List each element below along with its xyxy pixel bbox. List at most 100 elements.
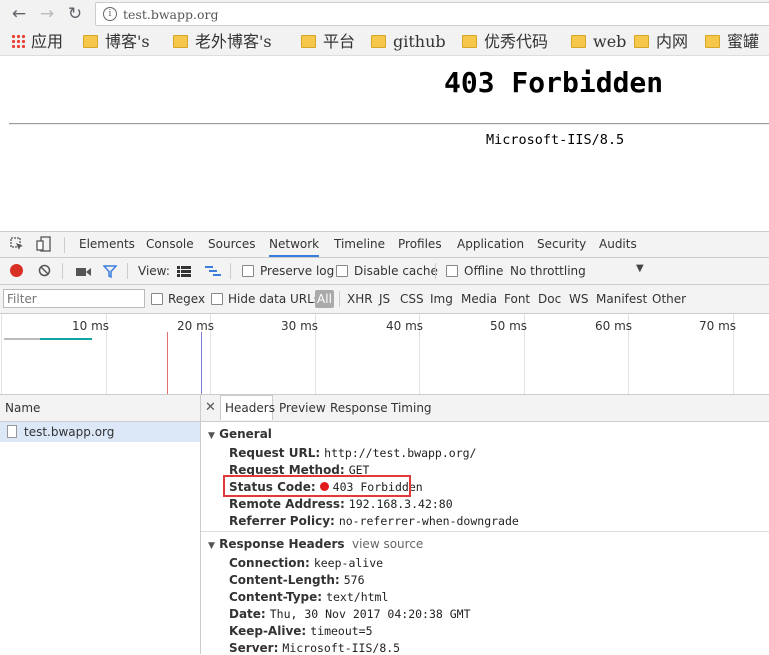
section-divider bbox=[201, 531, 769, 532]
request-waiting-bar bbox=[4, 338, 40, 340]
filter-type-css[interactable]: CSS bbox=[400, 292, 424, 306]
large-rows-icon[interactable] bbox=[177, 266, 191, 277]
page-title: 403 Forbidden bbox=[444, 66, 664, 99]
forward-arrow-icon[interactable]: → bbox=[37, 4, 57, 24]
preserve-log-label: Preserve log bbox=[260, 264, 335, 278]
regex-label: Regex bbox=[168, 292, 206, 306]
tab-headers[interactable]: Headers bbox=[225, 401, 275, 415]
tab-application[interactable]: Application bbox=[457, 232, 524, 257]
disable-cache-checkbox[interactable] bbox=[336, 265, 348, 277]
request-row[interactable]: test.bwapp.org bbox=[0, 422, 200, 442]
reload-icon[interactable]: ↻ bbox=[65, 4, 85, 24]
bookmark-folder[interactable]: 优秀代码 bbox=[462, 32, 548, 52]
separator bbox=[62, 263, 63, 279]
status-highlight-box bbox=[223, 475, 411, 497]
bookmark-folder[interactable]: 平台 bbox=[301, 32, 355, 52]
name-column-header[interactable]: Name bbox=[0, 395, 200, 422]
filter-type-doc[interactable]: Doc bbox=[538, 292, 561, 306]
device-toolbar-icon[interactable] bbox=[36, 236, 52, 252]
bookmark-folder[interactable]: 博客's bbox=[83, 32, 150, 52]
view-source-link[interactable]: view source bbox=[352, 537, 423, 551]
filter-type-img[interactable]: Img bbox=[430, 292, 453, 306]
triangle-down-icon: ▼ bbox=[208, 431, 215, 441]
timeline-tick-label: 40 ms bbox=[386, 319, 424, 333]
general-section-toggle[interactable]: ▼ General bbox=[208, 427, 272, 441]
tab-security[interactable]: Security bbox=[537, 232, 586, 257]
folder-icon bbox=[371, 35, 386, 48]
view-label: View: bbox=[138, 264, 170, 278]
bookmark-folder[interactable]: 蜜罐 bbox=[705, 32, 759, 52]
throttling-select[interactable]: No throttling bbox=[510, 264, 586, 278]
filter-type-media[interactable]: Media bbox=[461, 292, 497, 306]
hide-data-urls-checkbox[interactable] bbox=[211, 293, 223, 305]
folder-icon bbox=[705, 35, 720, 48]
offline-checkbox[interactable] bbox=[446, 265, 458, 277]
load-event-line bbox=[167, 332, 168, 394]
folder-icon bbox=[634, 35, 649, 48]
bookmark-folder[interactable]: github bbox=[371, 32, 446, 52]
folder-icon bbox=[173, 35, 188, 48]
triangle-down-icon: ▼ bbox=[208, 541, 215, 551]
request-download-bar bbox=[40, 338, 92, 340]
disable-cache-label: Disable cache bbox=[354, 264, 438, 278]
back-arrow-icon[interactable]: ← bbox=[9, 4, 29, 24]
offline-label: Offline bbox=[464, 264, 504, 278]
filter-type-other[interactable]: Other bbox=[652, 292, 686, 306]
response-header-row: Content-Length: 576 bbox=[229, 573, 365, 587]
tab-network[interactable]: Network bbox=[269, 232, 320, 257]
tab-timeline[interactable]: Timeline bbox=[334, 232, 385, 257]
record-icon[interactable] bbox=[10, 264, 23, 277]
network-overview-timeline[interactable]: 10 ms 20 ms 30 ms 40 ms 50 ms 60 ms 70 m… bbox=[0, 314, 769, 395]
tab-elements[interactable]: Elements bbox=[79, 232, 135, 257]
separator bbox=[435, 263, 436, 279]
timeline-tick-label: 70 ms bbox=[699, 319, 737, 333]
response-header-row: Keep-Alive: timeout=5 bbox=[229, 624, 373, 638]
waterfall-overview-icon[interactable] bbox=[205, 266, 221, 277]
tab-console[interactable]: Console bbox=[146, 232, 194, 257]
filter-type-js[interactable]: JS bbox=[379, 292, 390, 306]
tab-response[interactable]: Response bbox=[330, 401, 388, 415]
address-url: test.bwapp.org bbox=[123, 7, 219, 22]
folder-icon bbox=[83, 35, 98, 48]
bookmark-folder[interactable]: web bbox=[571, 32, 626, 52]
info-icon[interactable]: i bbox=[103, 7, 117, 21]
filter-funnel-icon[interactable] bbox=[102, 265, 118, 279]
preserve-log-checkbox[interactable] bbox=[242, 265, 254, 277]
bookmarks-bar: 应用 博客's 老外博客's 平台 github 优秀代码 web 内网 蜜罐 bbox=[0, 28, 769, 56]
regex-checkbox[interactable] bbox=[151, 293, 163, 305]
tab-preview[interactable]: Preview bbox=[279, 401, 326, 415]
bookmark-apps[interactable]: 应用 bbox=[11, 32, 63, 52]
folder-icon bbox=[571, 35, 586, 48]
timeline-gridline bbox=[1, 314, 2, 394]
close-icon[interactable]: ✕ bbox=[205, 400, 216, 415]
document-icon bbox=[7, 425, 17, 438]
tab-sources[interactable]: Sources bbox=[208, 232, 255, 257]
filter-input[interactable] bbox=[3, 289, 145, 308]
filter-bar: Regex Hide data URLs All XHR JS CSS Img … bbox=[0, 285, 769, 314]
response-header-row: Date: Thu, 30 Nov 2017 04:20:38 GMT bbox=[229, 607, 471, 621]
bookmark-folder[interactable]: 内网 bbox=[634, 32, 688, 52]
devtools-panel: Elements Console Sources Network Timelin… bbox=[0, 231, 769, 655]
inspect-element-icon[interactable] bbox=[10, 237, 23, 250]
clear-icon[interactable] bbox=[38, 264, 51, 277]
tab-profiles[interactable]: Profiles bbox=[398, 232, 442, 257]
filter-type-font[interactable]: Font bbox=[504, 292, 530, 306]
capture-screenshots-icon[interactable] bbox=[76, 266, 91, 276]
request-list: Name test.bwapp.org bbox=[0, 395, 201, 654]
tab-audits[interactable]: Audits bbox=[599, 232, 637, 257]
filter-type-xhr[interactable]: XHR bbox=[347, 292, 373, 306]
bookmark-folder[interactable]: 老外博客's bbox=[173, 32, 272, 52]
filter-type-ws[interactable]: WS bbox=[569, 292, 588, 306]
tab-timing[interactable]: Timing bbox=[391, 401, 432, 415]
chevron-down-icon[interactable]: ▼ bbox=[636, 263, 644, 274]
request-details: ✕ Headers Preview Response Timing ▼ Gene… bbox=[201, 395, 769, 655]
remote-address-row: Remote Address: 192.168.3.42:80 bbox=[229, 497, 453, 511]
address-bar[interactable]: i test.bwapp.org bbox=[95, 2, 769, 26]
filter-type-all[interactable]: All bbox=[315, 290, 334, 308]
response-headers-toggle[interactable]: ▼ Response Headers bbox=[208, 537, 345, 551]
request-url-row: Request URL: http://test.bwapp.org/ bbox=[229, 446, 477, 460]
server-signature: Microsoft-IIS/8.5 bbox=[486, 132, 625, 148]
hide-data-urls-label: Hide data URLs bbox=[228, 292, 321, 306]
response-header-row: Connection: keep-alive bbox=[229, 556, 384, 570]
filter-type-manifest[interactable]: Manifest bbox=[596, 292, 647, 306]
